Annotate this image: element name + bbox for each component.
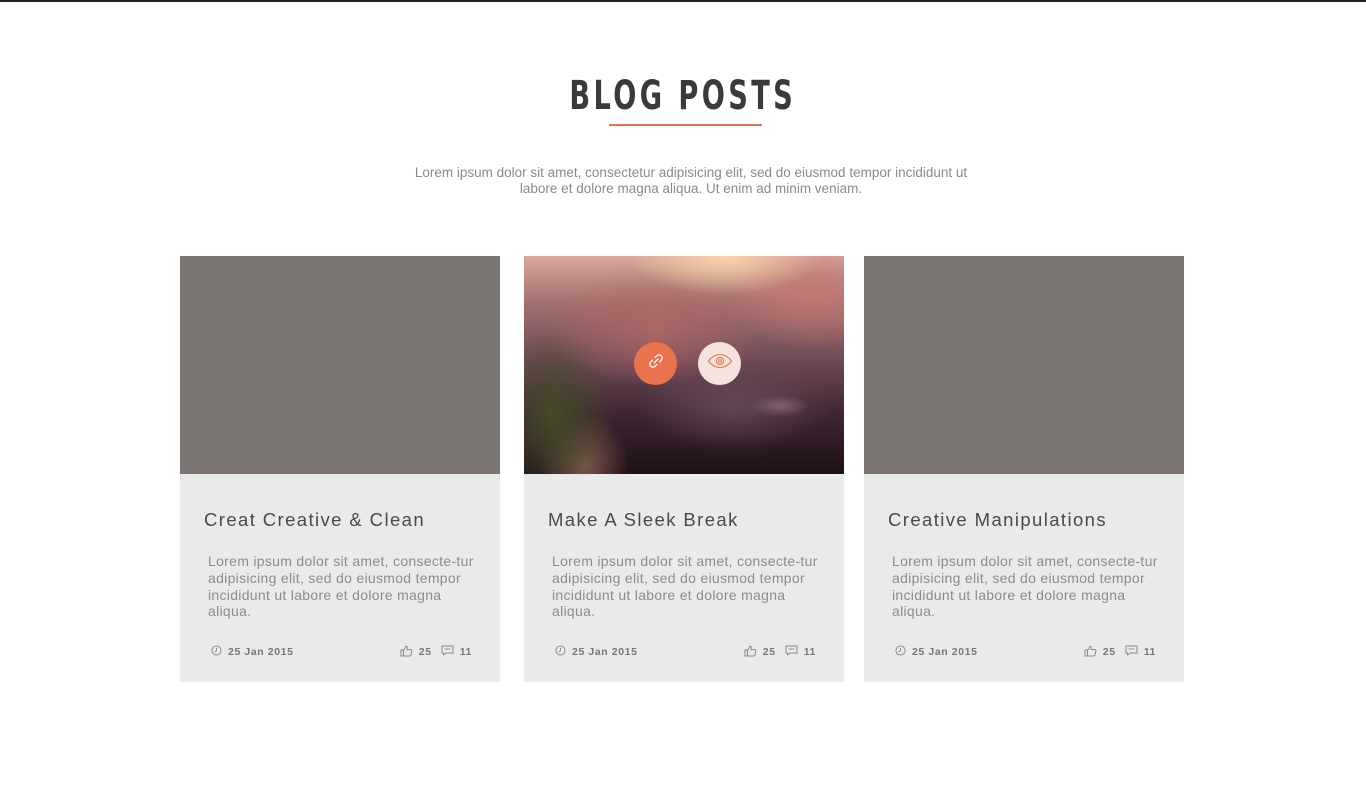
post-title[interactable]: Make A Sleek Break bbox=[548, 508, 739, 532]
likes-count[interactable]: 25 bbox=[400, 645, 432, 660]
clock-icon bbox=[895, 645, 906, 659]
link-icon bbox=[645, 350, 667, 377]
likes-count-text: 25 bbox=[762, 646, 776, 658]
likes-count-text: 25 bbox=[1102, 646, 1116, 658]
likes-count-text: 25 bbox=[418, 646, 432, 658]
post-meta: 25 Jan 2015 25 11 bbox=[895, 644, 1156, 660]
blog-post-card[interactable]: Creative Manipulations Lorem ipsum dolor… bbox=[864, 256, 1184, 682]
post-excerpt: Lorem ipsum dolor sit amet, consecte-tur… bbox=[552, 553, 818, 620]
post-title[interactable]: Creat Creative & Clean bbox=[204, 508, 425, 532]
post-date: 25 Jan 2015 bbox=[895, 645, 978, 659]
thumbs-up-icon bbox=[400, 645, 413, 660]
top-divider bbox=[0, 0, 1366, 2]
blog-post-card[interactable]: Make A Sleek Break Lorem ipsum dolor sit… bbox=[524, 256, 844, 682]
post-date: 25 Jan 2015 bbox=[555, 645, 638, 659]
blog-post-card[interactable]: Creat Creative & Clean Lorem ipsum dolor… bbox=[180, 256, 500, 682]
comments-count[interactable]: 11 bbox=[785, 645, 816, 659]
post-title[interactable]: Creative Manipulations bbox=[888, 508, 1107, 532]
post-date-text: 25 Jan 2015 bbox=[228, 646, 294, 658]
section-title: BLOG POSTS bbox=[569, 73, 797, 119]
comments-count[interactable]: 11 bbox=[1125, 645, 1156, 659]
post-meta: 25 Jan 2015 25 11 bbox=[211, 644, 472, 660]
comment-icon bbox=[441, 645, 454, 659]
title-underline bbox=[609, 124, 762, 126]
thumbs-up-icon bbox=[744, 645, 757, 660]
post-date-text: 25 Jan 2015 bbox=[912, 646, 978, 658]
clock-icon bbox=[211, 645, 222, 659]
comment-icon bbox=[1125, 645, 1138, 659]
comments-count[interactable]: 11 bbox=[441, 645, 472, 659]
post-meta: 25 Jan 2015 25 11 bbox=[555, 644, 816, 660]
clock-icon bbox=[555, 645, 566, 659]
eye-icon bbox=[707, 353, 733, 374]
view-button[interactable] bbox=[698, 342, 741, 385]
likes-count[interactable]: 25 bbox=[1084, 645, 1116, 660]
post-image-placeholder[interactable] bbox=[180, 256, 500, 474]
post-excerpt: Lorem ipsum dolor sit amet, consecte-tur… bbox=[892, 553, 1158, 620]
likes-count[interactable]: 25 bbox=[744, 645, 776, 660]
comments-count-text: 11 bbox=[1143, 646, 1156, 658]
post-date-text: 25 Jan 2015 bbox=[572, 646, 638, 658]
section-intro: Lorem ipsum dolor sit amet, consectetur … bbox=[414, 164, 968, 196]
comments-count-text: 11 bbox=[459, 646, 472, 658]
section-header: BLOG POSTS bbox=[0, 70, 1366, 126]
comments-count-text: 11 bbox=[803, 646, 816, 658]
thumbs-up-icon bbox=[1084, 645, 1097, 660]
post-image[interactable] bbox=[524, 256, 844, 474]
post-excerpt: Lorem ipsum dolor sit amet, consecte-tur… bbox=[208, 553, 474, 620]
comment-icon bbox=[785, 645, 798, 659]
post-image-placeholder[interactable] bbox=[864, 256, 1184, 474]
link-button[interactable] bbox=[634, 342, 677, 385]
post-date: 25 Jan 2015 bbox=[211, 645, 294, 659]
